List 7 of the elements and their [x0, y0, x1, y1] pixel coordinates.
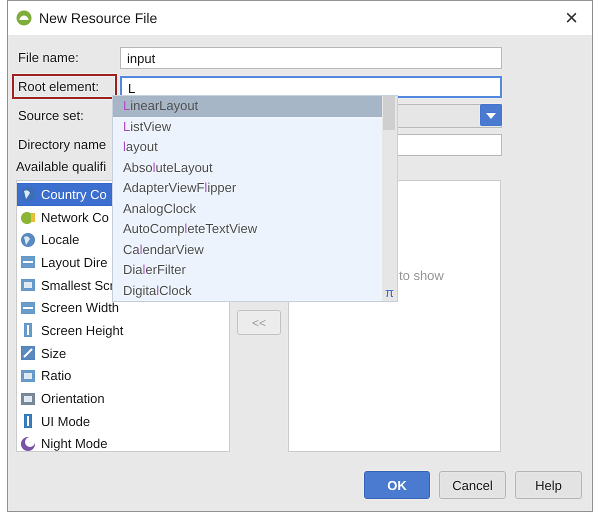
field-label: Root element:	[12, 74, 117, 99]
field-label: Source set:	[17, 107, 85, 125]
section-label: Available qualifi	[16, 159, 106, 175]
field-label: File name:	[17, 49, 80, 67]
empty-list-text: to show	[399, 268, 444, 283]
window-title: New Resource File	[39, 10, 158, 26]
field-label: Directory name	[17, 136, 108, 154]
